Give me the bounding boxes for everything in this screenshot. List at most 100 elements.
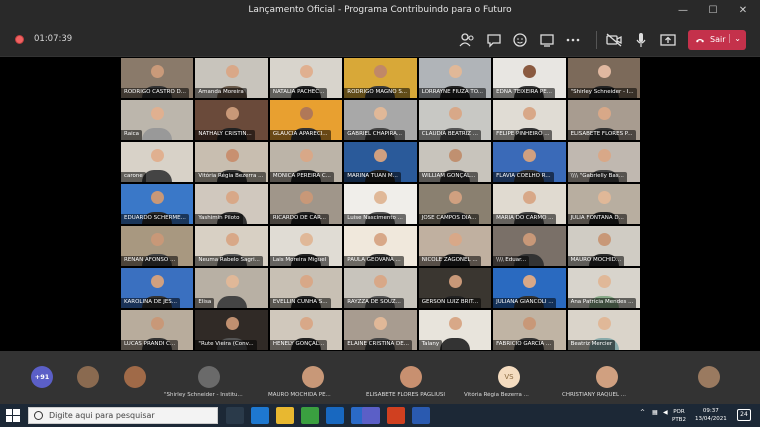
participant-tile[interactable]: GERSON LUIZ BRIT...: [418, 268, 492, 308]
participant-tile[interactable]: carone: [121, 142, 194, 182]
avatar[interactable]: [698, 366, 720, 388]
share-screen-icon[interactable]: [658, 30, 678, 50]
edge-icon[interactable]: [251, 407, 269, 424]
participant-tile[interactable]: Talany: [418, 310, 492, 350]
chevron-down-icon[interactable]: ⌄: [729, 34, 741, 43]
strip-participant[interactable]: "Shirley Schneider - Institu...: [158, 351, 256, 404]
participant-name: RODRIGO MAGNO S...: [344, 88, 411, 98]
strip-participant[interactable]: CHRISTIANY RAQUEL ...: [556, 351, 654, 404]
participant-tile[interactable]: RODRIGO CASTRO D...: [121, 58, 194, 98]
participant-tile[interactable]: FLAVIA COELHO R...: [493, 142, 566, 182]
participant-tile[interactable]: "Shirley Schneider - I...: [567, 58, 640, 98]
participant-tile[interactable]: JULIANA GIANCOLI ...: [493, 268, 566, 308]
share-tray-icon[interactable]: [537, 30, 557, 50]
participant-tile[interactable]: RENAN AFONSO ...: [121, 226, 194, 266]
participant-tile[interactable]: EDUARDO SCHERME...: [121, 184, 194, 224]
more-options-icon[interactable]: [563, 30, 583, 50]
participant-tile[interactable]: GLAUCIA APARECI...: [269, 100, 343, 140]
strip-participant-name: CHRISTIANY RAQUEL ...: [562, 392, 627, 398]
people-icon[interactable]: [457, 30, 477, 50]
participant-tile[interactable]: "Rute Vieira (Conv...: [195, 310, 268, 350]
participant-tile[interactable]: RODRIGO MAGNO S...: [344, 58, 417, 98]
participant-name: \\\\ "Gabrielly Bas...: [567, 172, 627, 182]
more-participants-badge[interactable]: +91: [31, 366, 53, 388]
participant-tile[interactable]: RAYZZA DE SOUZ...: [344, 268, 417, 308]
word-icon[interactable]: [412, 407, 430, 424]
participant-tile[interactable]: MAURO MOCHID...: [567, 226, 640, 266]
participant-tile[interactable]: Lais Moreira Miguel: [269, 226, 343, 266]
participant-tile[interactable]: Yashimin Piloto: [195, 184, 268, 224]
participant-head: [225, 107, 239, 121]
strip-participant[interactable]: ELISABETE FLORES PAGLIUSI: [360, 351, 458, 404]
participant-name: Yashimin Piloto: [195, 214, 243, 224]
participant-tile[interactable]: \\\\ Eduar...: [493, 226, 566, 266]
network-icon[interactable]: ▦: [652, 409, 658, 416]
participant-tile[interactable]: Neuma Rabelo Sagri...: [195, 226, 268, 266]
participant-tile[interactable]: Vitória Régia Bezerra ...: [195, 142, 268, 182]
participant-tile[interactable]: LUCAS PRANDI C...: [121, 310, 194, 350]
participant-tile[interactable]: HENELY GONÇAL...: [269, 310, 343, 350]
participant-tile[interactable]: MARINA TUAN M...: [344, 142, 417, 182]
participant-tile[interactable]: \\\\ "Gabrielly Bas...: [567, 142, 640, 182]
microphone-icon[interactable]: [631, 30, 651, 50]
teams-icon[interactable]: [362, 407, 380, 424]
participant-tile[interactable]: CLAUDIA BEATRIZ ...: [418, 100, 492, 140]
participant-head: [597, 149, 611, 163]
participant-tile[interactable]: EVELLIN CUNHA S...: [269, 268, 343, 308]
camera-off-icon[interactable]: [604, 30, 624, 50]
participant-head: [597, 191, 611, 205]
participant-tile[interactable]: PAULA GEOVANA ...: [344, 226, 417, 266]
participant-tile[interactable]: MONICA PEREIRA C...: [269, 142, 343, 182]
participant-tile[interactable]: EDNA TEIXEIRA PE...: [493, 58, 566, 98]
participant-tile[interactable]: Luise Nascimento ...: [344, 184, 417, 224]
participant-tile[interactable]: NICOLE ZAGONEL ...: [418, 226, 492, 266]
language-indicator[interactable]: POR PTB2: [672, 408, 686, 424]
participant-tile[interactable]: NATHALY CRISTIN...: [195, 100, 268, 140]
file-explorer-icon[interactable]: [276, 407, 294, 424]
participant-tile[interactable]: NATALIA PACHEC...: [269, 58, 343, 98]
task-view-icon[interactable]: [226, 407, 244, 424]
volume-icon[interactable]: ◀: [663, 409, 668, 416]
participant-tile[interactable]: JULIA FONTANA D...: [567, 184, 640, 224]
participant-tile[interactable]: Beatriz Mercier: [567, 310, 640, 350]
participant-tile[interactable]: ELISABETE FLORES P...: [567, 100, 640, 140]
participant-tile[interactable]: FABRICIO GARCIA ...: [493, 310, 566, 350]
participant-tile[interactable]: MARIA DO CARMO ...: [493, 184, 566, 224]
participant-tile[interactable]: Amanda Moreira: [195, 58, 268, 98]
powerpoint-icon[interactable]: [387, 407, 405, 424]
minimize-button[interactable]: —: [668, 0, 698, 22]
strip-participant-name: ELISABETE FLORES PAGLIUSI: [366, 392, 445, 398]
reactions-icon[interactable]: [510, 30, 530, 50]
search-icon: [34, 411, 43, 420]
participant-tile[interactable]: LORRAYNE FIUZA TO...: [418, 58, 492, 98]
notification-badge[interactable]: 24: [737, 409, 751, 421]
close-window-button[interactable]: ✕: [728, 0, 758, 22]
participant-tile[interactable]: WILLIAM GONÇAL...: [418, 142, 492, 182]
participant-head: [448, 275, 462, 289]
participant-name: Ana Patrícia Mendes ...: [567, 298, 637, 308]
avatar[interactable]: [77, 366, 99, 388]
windows-start-icon[interactable]: [6, 409, 20, 422]
chrome-icon[interactable]: [301, 407, 319, 424]
participant-name: MARINA TUAN M...: [344, 172, 401, 182]
taskbar-search[interactable]: Digite aqui para pesquisar: [28, 407, 218, 424]
strip-participant[interactable]: VS Vitória Régia Bezerra ...: [458, 351, 556, 404]
outlook-icon[interactable]: [326, 407, 344, 424]
participant-tile[interactable]: Ana Patrícia Mendes ...: [567, 268, 640, 308]
avatar[interactable]: [124, 366, 146, 388]
clock[interactable]: 09:37 13/04/2021: [695, 407, 727, 423]
maximize-button[interactable]: ☐: [698, 0, 728, 22]
participant-tile[interactable]: FELIPE PINHEIRO ...: [493, 100, 566, 140]
participant-tile[interactable]: KAROLINA DE JES...: [121, 268, 194, 308]
participant-tile[interactable]: RICARDO DE CAR...: [269, 184, 343, 224]
leave-button[interactable]: Sair ⌄: [688, 30, 746, 50]
participant-tile[interactable]: GABRIEL CHAPIRA...: [344, 100, 417, 140]
participant-name: FABRICIO GARCIA ...: [493, 340, 555, 350]
chat-icon[interactable]: [484, 30, 504, 50]
tray-arrow-icon[interactable]: ^: [640, 409, 645, 416]
participant-tile[interactable]: ELAINE CRISTINA DE...: [344, 310, 417, 350]
participant-tile[interactable]: Raica: [121, 100, 194, 140]
participant-tile[interactable]: Elisa: [195, 268, 268, 308]
strip-participant[interactable]: MAURO MOCHIDA PE...: [262, 351, 360, 404]
participant-tile[interactable]: JOSE CAMPOS DIA...: [418, 184, 492, 224]
